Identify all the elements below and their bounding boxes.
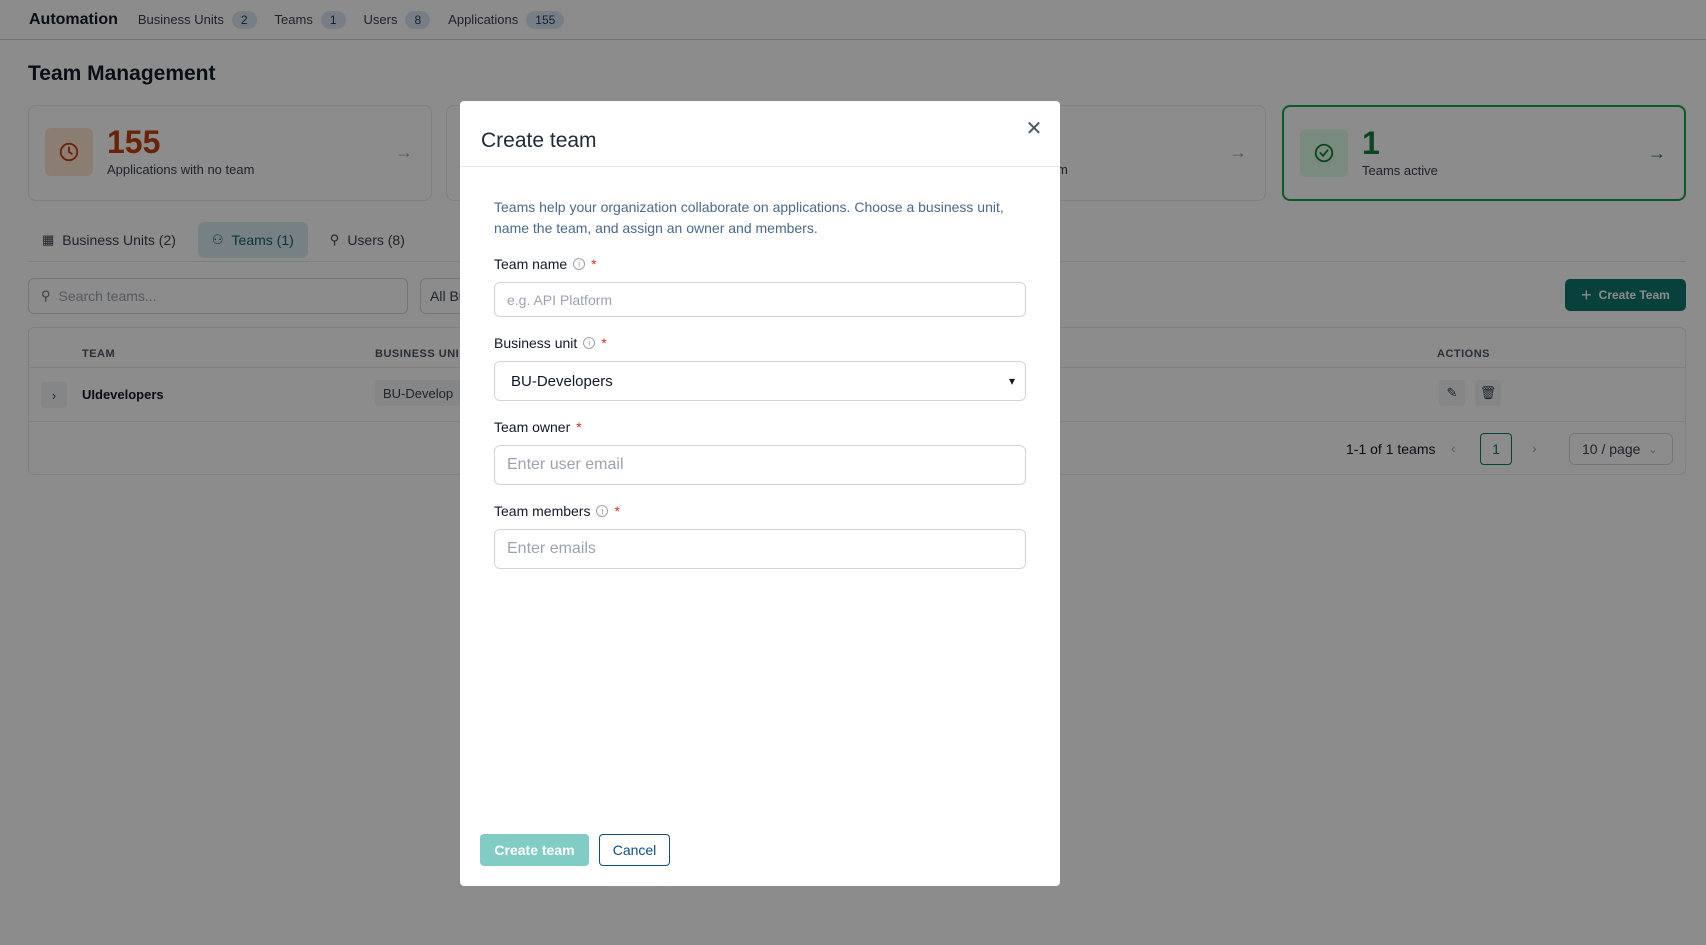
label-text: Team members [494,503,591,519]
info-icon[interactable]: i [596,505,609,517]
cancel-button[interactable]: Cancel [599,834,670,866]
info-icon[interactable]: i [583,337,596,349]
dialog-description: Teams help your organization collaborate… [494,199,1004,236]
label-text: Team owner [494,419,571,435]
team-name-label: Team name i * [494,256,597,272]
team-owner-label: Team owner * [494,419,582,435]
label-text: Business unit [494,335,578,351]
chevron-down-icon: ▾ [1008,374,1015,388]
team-name-input[interactable] [494,282,1026,317]
info-icon[interactable]: i [573,258,586,270]
dialog-title: Create team [481,129,597,152]
required-marker: * [614,503,620,519]
label-text: Team name [494,256,568,272]
select-value: BU-Developers [511,372,613,390]
team-members-label: Team members i * [494,503,620,519]
required-marker: * [591,256,597,272]
business-unit-label: Business unit i * [494,335,607,351]
required-marker: * [576,419,582,435]
required-marker: * [601,335,607,351]
close-icon[interactable]: ✕ [1023,117,1045,140]
business-unit-select[interactable]: BU-Developers ▾ [494,361,1026,401]
create-team-dialog: Create team ✕ Teams help your organizati… [460,101,1060,886]
create-team-submit-button[interactable]: Create team [480,834,589,866]
dialog-divider [460,166,1060,167]
team-owner-input[interactable] [494,445,1026,485]
team-members-input[interactable] [494,529,1026,569]
